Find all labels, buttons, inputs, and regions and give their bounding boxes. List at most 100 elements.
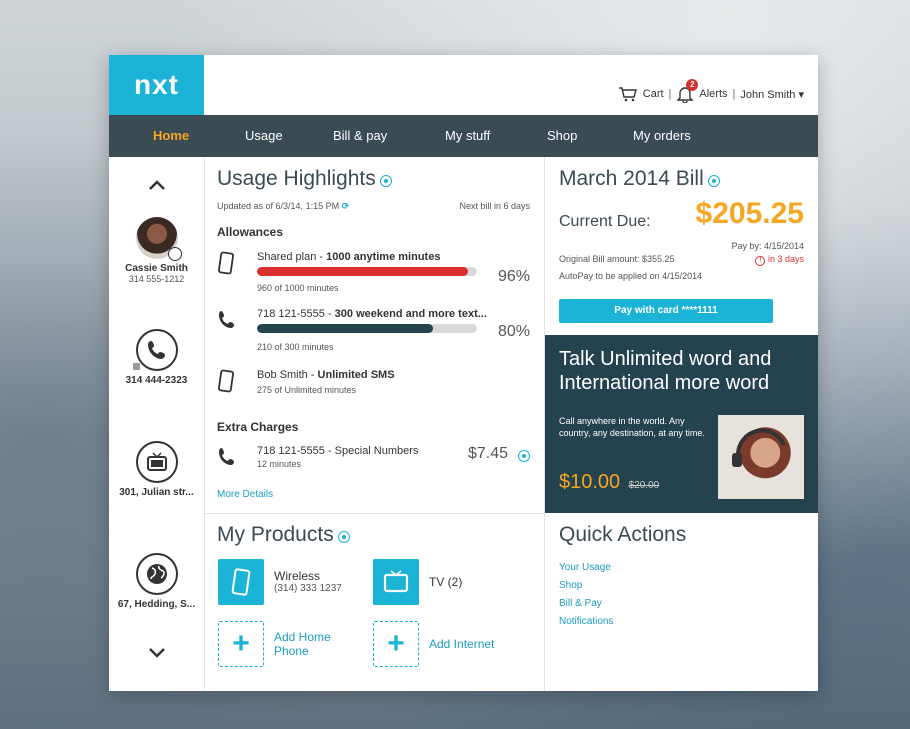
bill-title[interactable]: March 2014 Bill <box>559 167 704 190</box>
promo-description: Call anywhere in the world. Any country,… <box>559 416 705 438</box>
promo-price: $10.00 <box>559 471 621 493</box>
cart-icon[interactable] <box>618 86 638 102</box>
chevron-down-icon[interactable] <box>147 647 167 659</box>
tab-my-stuff[interactable]: My stuff <box>445 115 490 157</box>
chevron-up-icon[interactable] <box>147 179 167 191</box>
info-icon[interactable] <box>708 174 721 187</box>
promo-price-row: $10.00 $20.00 <box>559 471 659 494</box>
alerts-link[interactable]: Alerts <box>699 88 727 100</box>
products-title-row: My Products <box>217 523 351 547</box>
usage-bar-fill <box>257 267 469 276</box>
app-window: nxt Cart | 2 Alerts | John Smith ▾ Home … <box>109 55 818 691</box>
allowance-owner: Bob Smith - <box>257 369 318 381</box>
avatar <box>135 217 182 261</box>
quick-link-notifications[interactable]: Notifications <box>559 613 613 631</box>
extra-charge-label: 718 121-5555 - Special Numbers <box>257 445 419 457</box>
usage-title-row: Usage Highlights <box>217 167 393 191</box>
extra-charges-heading: Extra Charges <box>217 420 299 434</box>
contact-phone[interactable]: 314 444-2323 <box>109 329 204 386</box>
wireless-tile[interactable] <box>218 559 264 605</box>
contact-tv[interactable]: 301, Julian str... <box>109 441 204 498</box>
plus-icon: + <box>232 627 250 660</box>
allowance-label: Bob Smith - Unlimited SMS <box>257 369 395 381</box>
allowance-sub: 960 of 1000 minutes <box>257 283 339 293</box>
tv-label[interactable]: TV (2) <box>429 575 462 589</box>
current-due-label: Current Due: <box>559 213 651 230</box>
contact-cassie[interactable]: Cassie Smith 314 555-1212 <box>109 217 204 284</box>
tab-home[interactable]: Home <box>153 115 189 157</box>
original-bill-amount: Original Bill amount: $355.25 <box>559 254 675 264</box>
tab-bill-pay[interactable]: Bill & pay <box>333 115 387 157</box>
autopay-note: AutoPay to be applied on 4/15/2014 <box>559 271 703 281</box>
add-home-phone-link[interactable]: Add Home Phone <box>274 630 354 658</box>
phone-icon <box>219 448 234 465</box>
info-icon[interactable] <box>338 530 351 543</box>
products-title[interactable]: My Products <box>217 523 334 546</box>
pay-with-card-button[interactable]: Pay with card ****1111 <box>559 299 773 323</box>
add-home-phone-button[interactable]: + <box>218 621 264 667</box>
mobile-icon <box>218 251 234 275</box>
globe-icon <box>135 553 178 595</box>
allowances-heading: Allowances <box>217 225 284 239</box>
quick-actions-title: Quick Actions <box>559 523 687 546</box>
contact-internet[interactable]: 67, Hedding, S... <box>109 553 204 610</box>
promo-panel[interactable]: Talk Unlimited word and International mo… <box>545 335 818 513</box>
refresh-icon[interactable]: ⟳ <box>342 201 350 211</box>
add-internet-button[interactable]: + <box>373 621 419 667</box>
promo-title-line: International more word <box>559 372 770 394</box>
quick-link-your-usage[interactable]: Your Usage <box>559 559 613 577</box>
tv-tile[interactable] <box>373 559 419 605</box>
alert-count-badge: 2 <box>686 79 699 91</box>
info-icon[interactable] <box>518 450 530 462</box>
quick-actions-list: Your Usage Shop Bill & Pay Notifications <box>559 559 613 631</box>
lock-icon <box>132 363 140 370</box>
user-menu[interactable]: John Smith ▾ <box>740 88 804 101</box>
plus-icon: + <box>387 627 405 660</box>
allowance-plan: 300 weekend and more text... <box>334 308 487 320</box>
promo-title-line: Talk Unlimited word and <box>559 348 772 370</box>
usage-highlights-panel: Usage Highlights Updated as of 6/3/14, 1… <box>205 157 545 514</box>
separator: | <box>732 88 736 100</box>
usage-bar <box>257 267 477 276</box>
logo[interactable]: nxt <box>109 55 204 115</box>
allowance-item[interactable]: 718 121-5555 - 300 weekend and more text… <box>217 308 537 352</box>
usage-bar-fill <box>257 324 433 333</box>
top-bar: nxt Cart | 2 Alerts | John Smith ▾ <box>109 55 818 115</box>
phone-icon <box>219 311 234 328</box>
wireless-label[interactable]: Wireless <box>274 569 320 583</box>
mobile-icon <box>231 568 251 596</box>
more-details-link[interactable]: More Details <box>217 489 273 500</box>
usage-percent: 96% <box>497 268 530 285</box>
due-warning: ! in 3 days <box>755 254 804 266</box>
header-actions: Cart | 2 Alerts | John Smith ▾ <box>618 79 804 104</box>
info-icon[interactable] <box>380 174 393 187</box>
usage-title[interactable]: Usage Highlights <box>217 167 376 190</box>
quick-link-shop[interactable]: Shop <box>559 577 613 595</box>
promo-title: Talk Unlimited word and International mo… <box>559 347 771 395</box>
cart-link[interactable]: Cart <box>643 88 664 100</box>
tab-usage[interactable]: Usage <box>245 115 283 157</box>
add-internet-link[interactable]: Add Internet <box>429 637 494 651</box>
allowance-sub: 275 of Unlimited minutes <box>257 385 357 395</box>
usage-bar <box>257 324 477 333</box>
allowance-label: 718 121-5555 - 300 weekend and more text… <box>257 308 487 320</box>
allowance-owner: Shared plan - <box>257 251 327 263</box>
promo-old-price: $20.00 <box>628 480 660 491</box>
tab-my-orders[interactable]: My orders <box>633 115 691 157</box>
quick-actions-panel: Quick Actions Your Usage Shop Bill & Pay… <box>545 513 818 691</box>
pay-by-date: Pay by: 4/15/2014 <box>731 241 804 251</box>
alert-icon: ! <box>755 256 766 266</box>
allowance-item[interactable]: Shared plan - 1000 anytime minutes 960 o… <box>217 251 537 295</box>
allowance-item[interactable]: Bob Smith - Unlimited SMS 275 of Unlimit… <box>217 369 537 399</box>
allowance-plan: 1000 anytime minutes <box>326 251 441 263</box>
bell-icon[interactable]: 2 <box>676 79 699 104</box>
contact-number: 314 555-1212 <box>128 274 185 284</box>
contact-name: 67, Hedding, S... <box>117 599 196 610</box>
current-due-amount: $205.25 <box>695 197 804 230</box>
tab-shop[interactable]: Shop <box>547 115 577 157</box>
allowance-plan: Unlimited SMS <box>317 369 395 381</box>
quick-link-bill-pay[interactable]: Bill & Pay <box>559 595 613 613</box>
updated-text: Updated as of 6/3/14, 1:15 PM ⟳ <box>217 201 349 212</box>
due-in-days: in 3 days <box>767 254 804 264</box>
bill-title-row: March 2014 Bill <box>559 167 721 191</box>
